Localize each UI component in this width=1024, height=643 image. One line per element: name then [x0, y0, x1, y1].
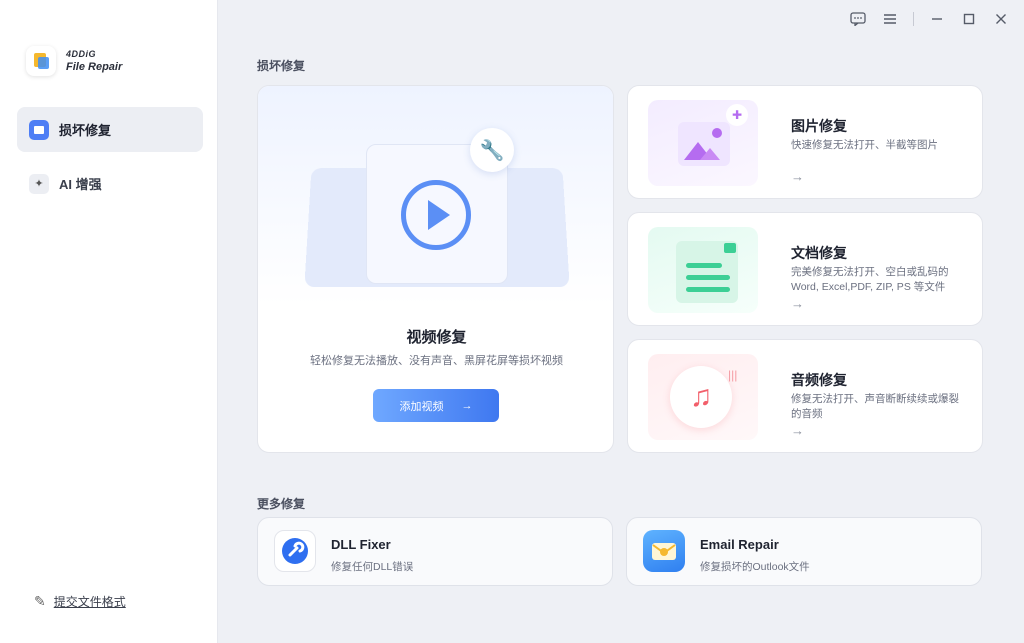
maximize-icon[interactable]	[960, 10, 978, 28]
dll-fixer-description: 修复任何DLL错误	[331, 561, 414, 573]
arrow-right-icon: →	[791, 296, 804, 311]
sidebar-item-ai-enhance[interactable]: ✦ AI 增强	[17, 161, 203, 206]
music-note-icon: ♫	[670, 366, 732, 428]
video-repair-description: 轻松修复无法播放、没有声音、黑屏花屏等损坏视频	[310, 355, 563, 367]
sidebar: 4DDiG File Repair 损坏修复 ✦ AI 增强 ✎ 提交文件格式	[0, 0, 218, 643]
photo-illustration: ✚	[648, 100, 758, 186]
arrow-right-icon: →	[791, 423, 804, 438]
app-product-name: File Repair	[66, 61, 123, 73]
arrow-right-icon: →	[791, 169, 804, 184]
sound-wave-icon: |||	[728, 368, 738, 382]
app-logo: 4DDiG File Repair	[26, 46, 122, 76]
section-title-more: 更多修复	[257, 497, 306, 511]
folder-icon	[29, 119, 49, 140]
dll-fixer-icon	[274, 530, 316, 572]
submit-file-format-link[interactable]: ✎ 提交文件格式	[34, 593, 126, 610]
close-icon[interactable]	[992, 10, 1010, 28]
video-repair-card[interactable]: 🔧 视频修复 轻松修复无法播放、没有声音、黑屏花屏等损坏视频 添加视频 →	[257, 85, 614, 453]
audio-repair-card[interactable]: ♫ ||| 音频修复 修复无法打开、声音断断续续或爆裂的音频 →	[627, 339, 983, 453]
document-illustration	[648, 227, 758, 313]
app-logo-icon	[26, 46, 56, 76]
video-repair-title: 视频修复	[406, 329, 467, 346]
photo-repair-card[interactable]: ✚ 图片修复 快速修复无法打开、半截等图片 →	[627, 85, 983, 199]
divider	[913, 12, 914, 26]
add-video-label: 添加视频	[399, 400, 444, 413]
add-video-button[interactable]: 添加视频 →	[373, 389, 499, 422]
magic-wand-icon: ✦	[29, 173, 49, 194]
email-repair-icon	[643, 530, 685, 572]
puzzle-icon: ✚	[726, 104, 748, 126]
video-illustration: 🔧	[258, 86, 613, 306]
wrench-icon: 🔧	[470, 128, 514, 172]
sidebar-item-label: 损坏修复	[59, 123, 112, 138]
submit-file-format-label: 提交文件格式	[53, 595, 126, 609]
dll-fixer-title: DLL Fixer	[331, 537, 391, 552]
audio-repair-description: 修复无法打开、声音断断续续或爆裂的音频	[791, 393, 959, 420]
audio-illustration: ♫ |||	[648, 354, 758, 440]
audio-repair-title: 音频修复	[791, 372, 847, 388]
document-repair-card[interactable]: 文档修复 完美修复无法打开、空白或乱码的Word, Excel,PDF, ZIP…	[627, 212, 983, 326]
arrow-right-icon: →	[461, 399, 473, 412]
minimize-icon[interactable]	[928, 10, 946, 28]
feedback-icon[interactable]	[849, 10, 867, 28]
window-controls	[849, 10, 1010, 28]
sidebar-item-corruption-repair[interactable]: 损坏修复	[17, 107, 203, 152]
email-repair-title: Email Repair	[700, 537, 779, 552]
pencil-icon: ✎	[34, 593, 46, 609]
menu-icon[interactable]	[881, 10, 899, 28]
document-repair-title: 文档修复	[791, 245, 847, 261]
document-repair-description: 完美修复无法打开、空白或乱码的Word, Excel,PDF, ZIP, PS …	[791, 266, 949, 293]
email-repair-card[interactable]: Email Repair 修复损坏的Outlook文件	[626, 517, 982, 586]
app-brand: 4DDiG	[66, 49, 97, 59]
email-repair-description: 修复损坏的Outlook文件	[700, 561, 810, 573]
dll-fixer-card[interactable]: DLL Fixer 修复任何DLL错误	[257, 517, 613, 586]
section-title-repair: 损坏修复	[257, 59, 306, 73]
sidebar-item-label: AI 增强	[59, 177, 102, 192]
photo-repair-description: 快速修复无法打开、半截等图片	[791, 139, 938, 151]
photo-repair-title: 图片修复	[791, 118, 847, 134]
play-icon	[401, 180, 471, 250]
